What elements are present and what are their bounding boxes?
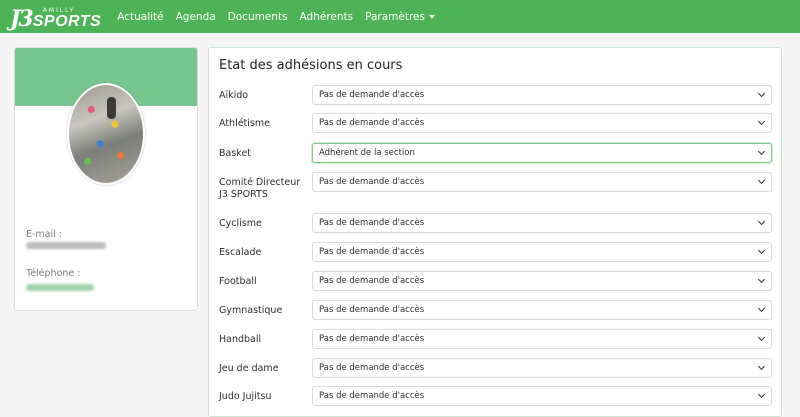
select-value: Pas de demande d'accès xyxy=(319,305,425,315)
chevron-down-icon xyxy=(757,117,766,126)
select-value: Pas de demande d'accès xyxy=(319,118,425,128)
status-select-gymnastique[interactable]: Pas de demande d'accès xyxy=(312,300,772,320)
email-value-redacted xyxy=(26,242,106,249)
logo-big-text: SPORTS xyxy=(32,12,102,30)
status-select-comite[interactable]: Pas de demande d'accès xyxy=(312,172,772,192)
status-select-judo[interactable]: Pas de demande d'accès xyxy=(312,386,772,406)
select-value: Pas de demande d'accès xyxy=(319,276,425,286)
nav-item-documents[interactable]: Documents xyxy=(228,11,288,23)
chevron-down-icon xyxy=(757,390,766,399)
select-value: Pas de demande d'accès xyxy=(319,90,425,100)
chevron-down-icon xyxy=(757,246,766,255)
chevron-down-icon xyxy=(757,89,766,98)
select-value: Adhérent de la section xyxy=(319,148,415,158)
status-select-football[interactable]: Pas de demande d'accès xyxy=(312,271,772,291)
chevron-down-icon xyxy=(757,275,766,284)
top-navbar: J3 AMILLY SPORTS Actualité Agenda Docume… xyxy=(0,0,800,33)
status-select-escalade[interactable]: Pas de demande d'accès xyxy=(312,242,772,262)
nav-menu-parametres[interactable]: Paramètres xyxy=(365,11,435,23)
nav-item-agenda[interactable]: Agenda xyxy=(176,11,216,23)
caret-down-icon xyxy=(429,14,435,19)
select-value: Pas de demande d'accès xyxy=(319,363,425,373)
section-label-comite: Comité Directeur J3 SPORTS xyxy=(219,177,301,200)
chevron-down-icon xyxy=(757,362,766,371)
select-value: Pas de demande d'accès xyxy=(319,247,425,257)
status-select-basket[interactable]: Adhérent de la section xyxy=(312,143,772,163)
status-select-athletisme[interactable]: Pas de demande d'accès xyxy=(312,113,772,133)
nav-item-adherents[interactable]: Adhérents xyxy=(300,11,354,23)
status-select-aikido[interactable]: Pas de demande d'accès xyxy=(312,85,772,105)
select-value: Pas de demande d'accès xyxy=(319,391,425,401)
chevron-down-icon xyxy=(757,217,766,226)
status-select-cyclisme[interactable]: Pas de demande d'accès xyxy=(312,213,772,233)
status-select-handball[interactable]: Pas de demande d'accès xyxy=(312,329,772,349)
section-label-football: Football xyxy=(219,276,257,287)
chevron-down-icon xyxy=(757,304,766,313)
profile-card: E-mail : Téléphone : xyxy=(14,47,198,311)
climber-figure xyxy=(107,97,116,119)
logo-mark: J3 xyxy=(10,5,34,32)
section-label-judo: Judo Jujitsu xyxy=(219,391,272,402)
email-label: E-mail : xyxy=(26,229,63,240)
phone-label: Téléphone : xyxy=(26,268,81,279)
phone-value-redacted xyxy=(26,284,94,291)
section-label-cyclisme: Cyclisme xyxy=(219,218,262,229)
section-label-basket: Basket xyxy=(219,148,252,159)
j3-sports-logo[interactable]: J3 AMILLY SPORTS xyxy=(10,4,101,30)
nav-menu-parametres-label: Paramètres xyxy=(365,10,425,23)
avatar xyxy=(67,83,145,185)
chevron-down-icon xyxy=(757,147,766,156)
status-select-jeu-de-dame[interactable]: Pas de demande d'accès xyxy=(312,358,772,378)
select-value: Pas de demande d'accès xyxy=(319,218,425,228)
memberships-card: Etat des adhésions en cours Aïkido Pas d… xyxy=(208,47,782,417)
chevron-down-icon xyxy=(757,333,766,342)
section-label-jeu-de-dame: Jeu de dame xyxy=(219,363,279,374)
select-value: Pas de demande d'accès xyxy=(319,334,425,344)
section-label-handball: Handball xyxy=(219,334,262,345)
section-label-escalade: Escalade xyxy=(219,247,262,258)
select-value: Pas de demande d'accès xyxy=(319,177,425,187)
page-title: Etat des adhésions en cours xyxy=(219,58,403,73)
chevron-down-icon xyxy=(757,176,766,185)
section-label-gymnastique: Gymnastique xyxy=(219,305,283,316)
nav-item-actualite[interactable]: Actualité xyxy=(117,11,163,23)
section-label-aikido: Aïkido xyxy=(219,90,249,101)
section-label-athletisme: Athlétisme xyxy=(219,118,270,129)
